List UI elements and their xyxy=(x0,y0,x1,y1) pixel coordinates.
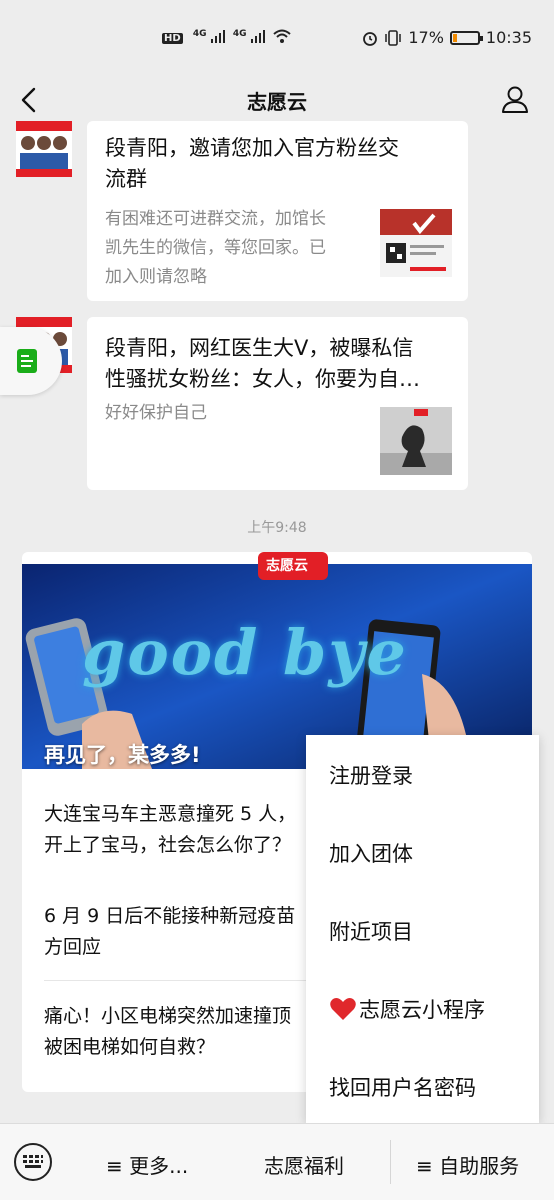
message-title-line-1: 段青阳，网红医生大V，被曝私信 xyxy=(105,336,414,360)
menu-item-recover-password[interactable]: 找回用户名密码 xyxy=(329,1072,476,1102)
user-profile-icon[interactable] xyxy=(500,84,530,114)
menu-item-label: 注册登录 xyxy=(329,764,413,788)
keyboard-icon[interactable] xyxy=(14,1143,52,1181)
brand-badge: 志愿云 xyxy=(258,552,328,580)
hd-badge: HD xyxy=(162,33,183,44)
battery-fill xyxy=(452,33,458,42)
network-indicators: HD 4G 4G xyxy=(162,29,291,44)
avatar-image xyxy=(16,121,72,177)
self-service-menu-button[interactable]: ≡ 自助服务 xyxy=(416,1150,519,1179)
popup-menu: 注册登录 加入团体 附近项目 志愿云小程序 找回用户名密码 xyxy=(306,735,539,1123)
message-card-2[interactable]: 段青阳，网红医生大V，被曝私信 性骚扰女粉丝：女人，你要为自… 好好保护自己 xyxy=(87,317,468,490)
message-title: 段青阳，邀请您加入官方粉丝交 流群 xyxy=(105,133,450,195)
menu-item-label: 找回用户名密码 xyxy=(329,1076,476,1100)
girl-photo-image xyxy=(380,407,452,475)
menu-item-label: 附近项目 xyxy=(329,920,413,944)
nav-bar: 志愿云 xyxy=(0,80,554,122)
hero-title: 再见了，某多多! xyxy=(44,743,201,767)
menu-item-mini-program[interactable]: 志愿云小程序 xyxy=(329,994,485,1024)
sender-avatar[interactable] xyxy=(16,121,72,177)
message-title-line-2: 流群 xyxy=(105,167,147,191)
menu-item-label: 加入团体 xyxy=(329,842,413,866)
floating-window-tab[interactable] xyxy=(0,327,62,395)
message-desc-line-1: 好好保护自己 xyxy=(105,403,207,423)
page-title: 志愿云 xyxy=(247,90,307,114)
message-title: 段青阳，网红医生大V，被曝私信 性骚扰女粉丝：女人，你要为自… xyxy=(105,333,450,395)
message-card-1[interactable]: 段青阳，邀请您加入官方粉丝交 流群 有困难还可进群交流，加馆长 凯先生的微信，等… xyxy=(87,121,468,301)
brand-badge-label: 志愿云 xyxy=(266,558,308,574)
welfare-menu-button[interactable]: 志愿福利 xyxy=(264,1150,344,1179)
status-right: 17% 10:35 xyxy=(362,28,532,47)
signal-icon-2 xyxy=(250,30,265,43)
status-bar: HD 4G 4G 17% 10:35 xyxy=(0,0,554,80)
clock: 10:35 xyxy=(485,28,532,47)
message-thumbnail xyxy=(380,209,452,277)
message-desc-line-1: 有困难还可进群交流，加馆长 xyxy=(105,209,326,229)
hero-graphic-text: good bye xyxy=(82,616,408,689)
document-icon xyxy=(17,349,37,373)
bottom-bar-divider xyxy=(390,1140,391,1184)
message-desc-line-2: 凯先生的微信，等您回家。已 xyxy=(105,238,326,258)
menu-item-join-group[interactable]: 加入团体 xyxy=(329,838,413,868)
bottom-menu-bar: ≡ 更多... 志愿福利 ≡ 自助服务 xyxy=(0,1123,554,1200)
wifi-icon xyxy=(273,29,291,43)
signal-label-2: 4G xyxy=(232,29,247,39)
alarm-icon xyxy=(363,31,378,46)
message-timestamp: 上午9:48 xyxy=(247,520,307,536)
message-title-line-2: 性骚扰女粉丝：女人，你要为自… xyxy=(105,367,420,391)
more-menu-button[interactable]: ≡ 更多... xyxy=(106,1150,188,1179)
heart-icon xyxy=(330,998,356,1020)
vibrate-icon xyxy=(385,29,402,46)
menu-item-nearby-projects[interactable]: 附近项目 xyxy=(329,916,413,946)
menu-item-register-login[interactable]: 注册登录 xyxy=(329,760,413,790)
message-description: 好好保护自己 xyxy=(105,399,207,428)
signal-icon-1 xyxy=(210,30,225,43)
signal-label-1: 4G xyxy=(192,29,207,39)
battery-icon xyxy=(449,30,483,45)
battery-percent: 17% xyxy=(408,28,444,47)
message-description: 有困难还可进群交流，加馆长 凯先生的微信，等您回家。已 加入则请忽略 xyxy=(105,205,326,292)
message-title-line-1: 段青阳，邀请您加入官方粉丝交 xyxy=(105,136,399,160)
menu-item-label: 志愿云小程序 xyxy=(359,998,485,1022)
message-desc-line-3: 加入则请忽略 xyxy=(105,267,207,287)
message-thumbnail xyxy=(380,407,452,475)
qr-poster-image xyxy=(380,209,452,277)
